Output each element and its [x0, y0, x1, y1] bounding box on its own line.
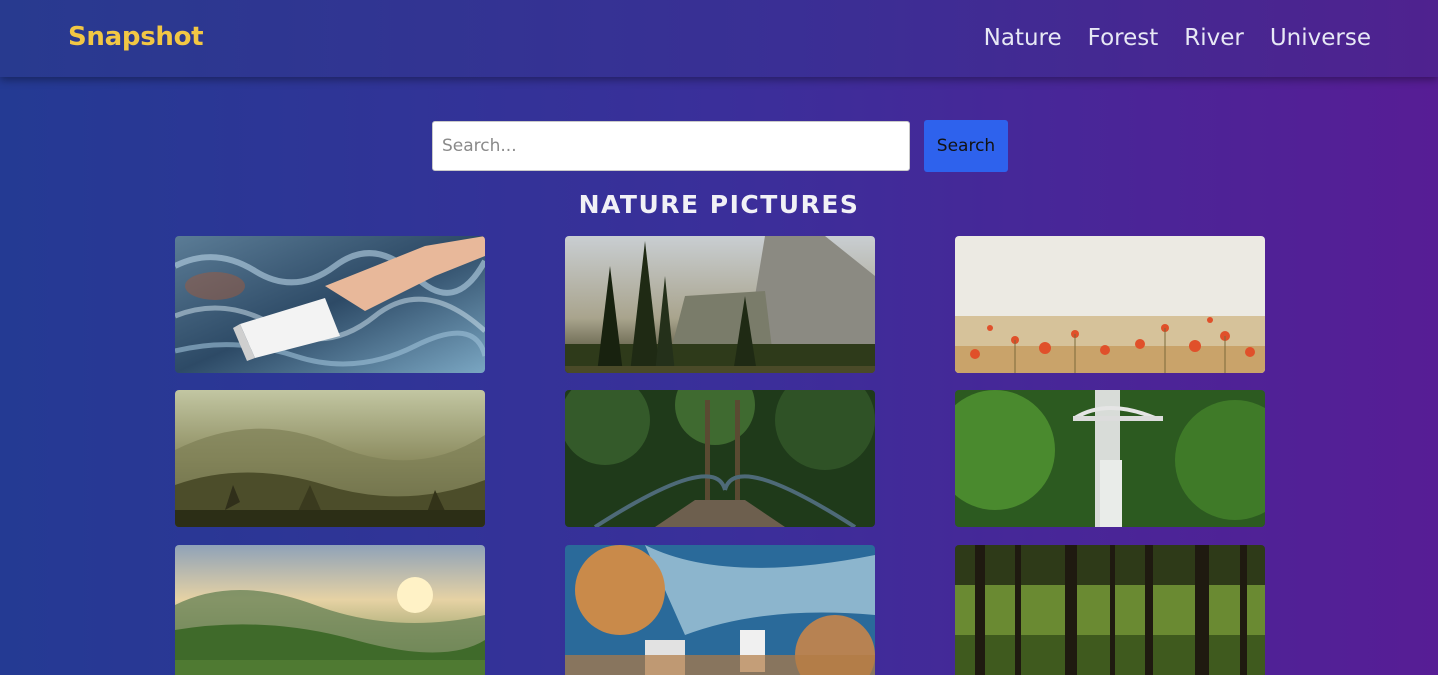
nav-link-forest[interactable]: Forest	[1088, 25, 1159, 51]
hand-with-water-carton-image[interactable]	[175, 236, 485, 373]
site-logo[interactable]: Snapshot	[68, 22, 204, 52]
green-cliffs-sunset-image[interactable]	[175, 545, 485, 675]
people-on-coast-image[interactable]	[565, 545, 875, 675]
nav-link-nature[interactable]: Nature	[984, 25, 1062, 51]
top-navbar: Snapshot Nature Forest River Universe	[0, 0, 1438, 77]
nav-link-river[interactable]: River	[1184, 25, 1244, 51]
waterfall-bridge-image[interactable]	[955, 390, 1265, 527]
search-button[interactable]: Search	[924, 120, 1008, 172]
main-nav: Nature Forest River Universe	[984, 25, 1371, 51]
misty-mountains-image[interactable]	[175, 390, 485, 527]
nav-link-universe[interactable]: Universe	[1270, 25, 1371, 51]
forest-bridge-image[interactable]	[565, 390, 875, 527]
search-input[interactable]	[432, 121, 910, 171]
yosemite-cliff-pines-image[interactable]	[565, 236, 875, 373]
poppy-field-image[interactable]	[955, 236, 1265, 373]
gallery-title: NATURE PICTURES	[578, 190, 860, 219]
forest-trees-image[interactable]	[955, 545, 1265, 675]
